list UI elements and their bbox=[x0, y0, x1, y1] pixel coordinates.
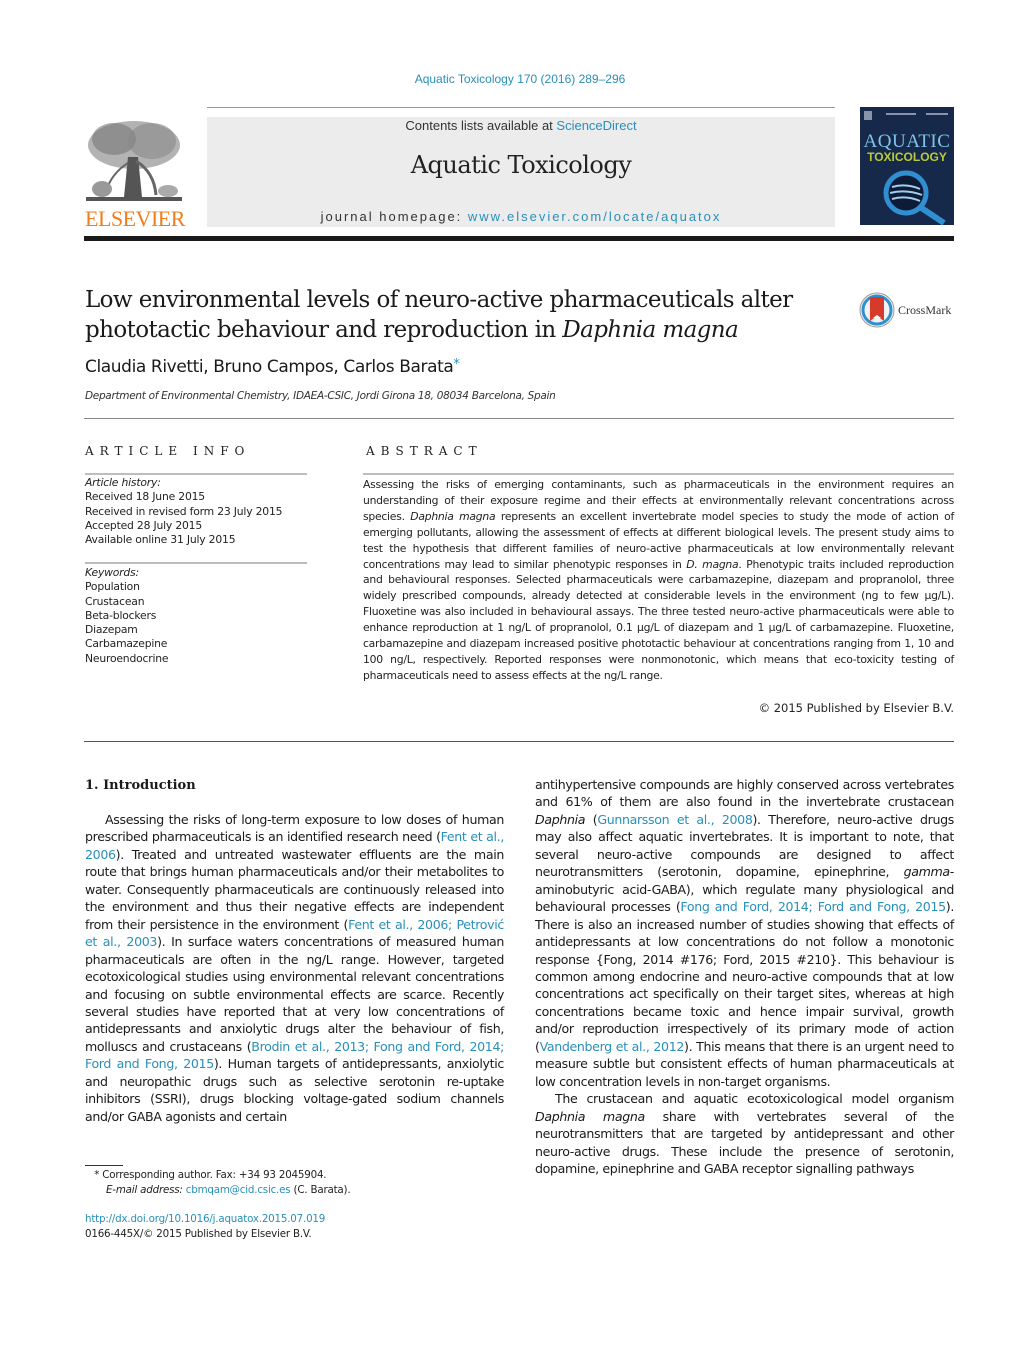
magnifier-icon bbox=[883, 170, 946, 225]
journal-masthead: Contents lists available at ScienceDirec… bbox=[207, 117, 835, 227]
text-run: The crustacean and aquatic ecotoxicologi… bbox=[555, 1091, 954, 1107]
authors-text: Claudia Rivetti, Bruno Campos, Carlos Ba… bbox=[85, 357, 454, 377]
intro-left-column: Assessing the risks of long-term exposur… bbox=[85, 811, 504, 1125]
keyword: Carbamazepine bbox=[85, 637, 168, 651]
title-divider bbox=[84, 418, 954, 419]
history-item: Received 18 June 2015 bbox=[85, 490, 205, 504]
email-suffix: (C. Barata). bbox=[290, 1183, 351, 1196]
corresponding-footnote: * Corresponding author. Fax: +34 93 2045… bbox=[85, 1168, 350, 1197]
keywords: Keywords: Population Crustacean Beta-blo… bbox=[85, 566, 169, 666]
article-info-rule bbox=[85, 473, 307, 475]
elsevier-logo[interactable]: ELSEVIER bbox=[84, 117, 186, 231]
homepage-line: journal homepage: www.elsevier.com/locat… bbox=[207, 209, 835, 224]
footnote-rule bbox=[85, 1165, 123, 1166]
history-label: Article history: bbox=[85, 476, 161, 489]
keyword: Population bbox=[85, 580, 140, 594]
citation-link[interactable]: Vandenberg et al., 2012 bbox=[540, 1039, 685, 1054]
article-info-heading: ARTICLE INFO bbox=[85, 444, 251, 458]
keyword: Neuroendocrine bbox=[85, 651, 169, 665]
issn-copyright: 0166-445X/© 2015 Published by Elsevier B… bbox=[85, 1227, 312, 1240]
abstract-text: Assessing the risks of emerging contamin… bbox=[363, 477, 954, 684]
title-species: Daphnia magna bbox=[562, 317, 739, 343]
journal-cover[interactable]: AQUATIC TOXICOLOGY bbox=[860, 107, 954, 225]
text-run: ). There is also an increased number of … bbox=[535, 899, 954, 1054]
section-heading-introduction: 1. Introduction bbox=[85, 778, 196, 793]
elsevier-tree-icon bbox=[86, 121, 182, 201]
abstract-heading: ABSTRACT bbox=[366, 444, 483, 458]
crossmark-button[interactable]: CrossMark bbox=[858, 290, 958, 330]
text-run: ). In surface waters concentrations of m… bbox=[85, 934, 505, 1054]
title-line-2: phototactic behaviour and reproduction i… bbox=[85, 315, 825, 345]
intro-paragraph-continued: antihypertensive compounds are highly co… bbox=[535, 776, 954, 1090]
email-link[interactable]: cbmqam@cid.csic.es bbox=[186, 1184, 291, 1196]
affiliation: Department of Environmental Chemistry, I… bbox=[85, 390, 556, 402]
header-thick-rule bbox=[84, 236, 954, 241]
homepage-prefix: journal homepage: bbox=[320, 209, 468, 224]
keyword: Beta-blockers bbox=[85, 608, 157, 622]
intro-paragraph: The crustacean and aquatic ecotoxicologi… bbox=[535, 1090, 954, 1177]
italic-term: gamma bbox=[903, 864, 951, 880]
crossmark-label: CrossMark bbox=[898, 303, 952, 317]
footnote-email-line: E-mail address: cbmqam@cid.csic.es (C. B… bbox=[85, 1183, 351, 1198]
contents-line: Contents lists available at ScienceDirec… bbox=[207, 118, 835, 133]
abstract-copyright: © 2015 Published by Elsevier B.V. bbox=[758, 701, 954, 715]
keyword: Crustacean bbox=[85, 594, 145, 608]
sciencedirect-link[interactable]: ScienceDirect bbox=[556, 118, 636, 133]
abstract-species: Daphnia magna bbox=[410, 509, 496, 523]
header-divider bbox=[207, 107, 835, 108]
crossmark-icon bbox=[859, 292, 895, 328]
abstract-rule bbox=[363, 473, 954, 475]
intro-right-column: antihypertensive compounds are highly co… bbox=[535, 776, 954, 1177]
article-title: Low environmental levels of neuro-active… bbox=[85, 285, 825, 345]
contents-prefix: Contents lists available at bbox=[405, 118, 557, 133]
journal-citation[interactable]: Aquatic Toxicology 170 (2016) 289–296 bbox=[0, 72, 1020, 86]
keyword: Diazepam bbox=[85, 623, 138, 637]
keywords-rule bbox=[85, 562, 307, 564]
corresponding-author-mark[interactable]: * bbox=[453, 357, 460, 372]
text-run: antihypertensive compounds are highly co… bbox=[535, 777, 954, 810]
footnote-line: * Corresponding author. Fax: +34 93 2045… bbox=[85, 1168, 350, 1183]
italic-term: Daphnia bbox=[535, 811, 586, 827]
history-item: Received in revised form 23 July 2015 bbox=[85, 504, 283, 518]
elsevier-wordmark: ELSEVIER bbox=[85, 206, 185, 231]
history-item: Accepted 28 July 2015 bbox=[85, 518, 203, 532]
citation-link[interactable]: Gunnarsson et al., 2008 bbox=[597, 812, 753, 827]
doi-link[interactable]: http://dx.doi.org/10.1016/j.aquatox.2015… bbox=[85, 1213, 325, 1225]
title-line-1: Low environmental levels of neuro-active… bbox=[85, 287, 793, 313]
cover-header-strip bbox=[864, 111, 950, 120]
italic-term: Daphnia magna bbox=[535, 1108, 645, 1124]
author-list: Claudia Rivetti, Bruno Campos, Carlos Ba… bbox=[85, 357, 460, 377]
abstract-species-abbrev: D. magna bbox=[686, 557, 739, 571]
citation-link[interactable]: Fong and Ford, 2014; Ford and Fong, 2015 bbox=[680, 899, 946, 914]
journal-name: Aquatic Toxicology bbox=[410, 151, 632, 179]
text-run: ( bbox=[585, 811, 598, 827]
cover-logo-icon bbox=[864, 111, 948, 120]
cover-title-toxicology: TOXICOLOGY bbox=[867, 150, 947, 164]
keywords-label: Keywords: bbox=[85, 566, 139, 579]
footnote-corresponding: Corresponding author. Fax: +34 93 204590… bbox=[99, 1169, 327, 1181]
history-item: Available online 31 July 2015 bbox=[85, 533, 236, 547]
doi-block: http://dx.doi.org/10.1016/j.aquatox.2015… bbox=[85, 1212, 325, 1241]
intro-paragraph: Assessing the risks of long-term exposur… bbox=[85, 811, 504, 1125]
abstract-bottom-rule bbox=[84, 741, 954, 742]
citation-link[interactable]: Aquatic Toxicology 170 (2016) 289–296 bbox=[415, 72, 626, 86]
email-label: E-mail address: bbox=[106, 1183, 186, 1196]
title-line-2-text: phototactic behaviour and reproduction i… bbox=[85, 317, 563, 343]
abstract-part: . Phenotypic traits included reproductio… bbox=[363, 557, 954, 682]
article-history: Article history: Received 18 June 2015 R… bbox=[85, 476, 283, 547]
journal-homepage-link[interactable]: www.elsevier.com/locate/aquatox bbox=[468, 209, 721, 224]
